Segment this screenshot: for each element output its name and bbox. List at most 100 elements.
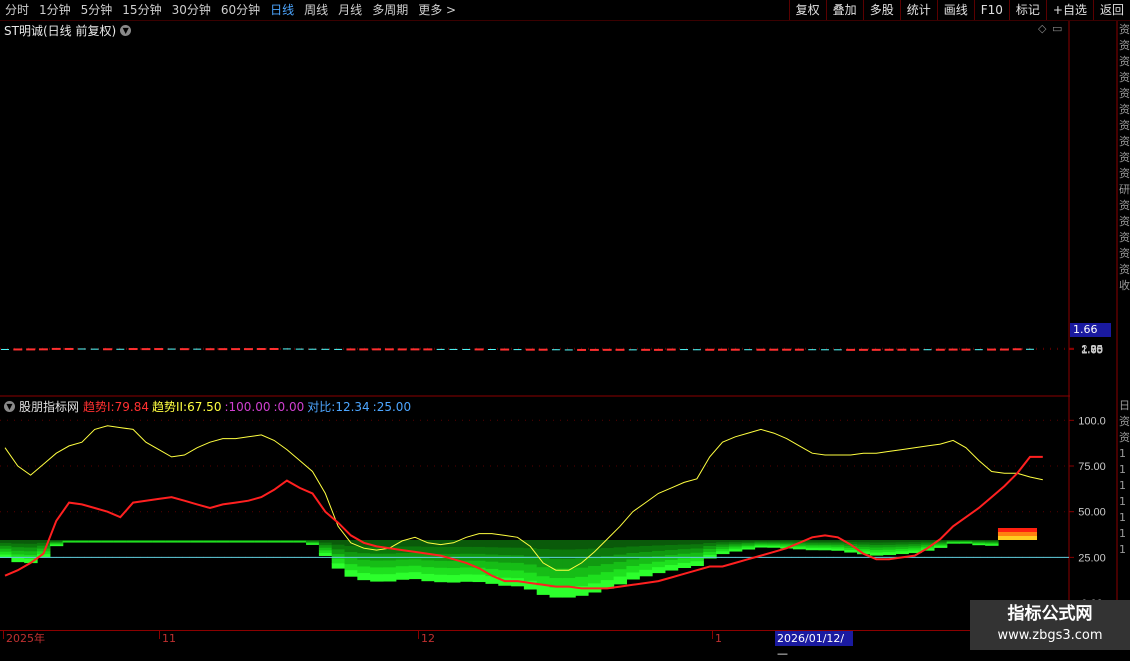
trend-area-step [664, 550, 679, 556]
trend-area-step [613, 561, 628, 570]
trend-area-step [357, 566, 371, 574]
toolbar-button-2[interactable]: 多股 [862, 0, 900, 20]
toolbar-button-4[interactable]: 画线 [936, 0, 974, 20]
trend-area-step [447, 547, 461, 555]
trend-area-step [24, 547, 38, 552]
side-char: 资 [1119, 263, 1130, 276]
trend-area-step [0, 545, 13, 550]
trend-area-step [11, 543, 25, 548]
side-char: 资 [1119, 23, 1130, 36]
toolbar-button-6[interactable]: 标记 [1008, 0, 1046, 20]
toolbar-button-7[interactable]: +自选 [1045, 0, 1093, 20]
signal-bar [997, 532, 1012, 536]
trend-area-step [242, 541, 256, 543]
side-panel-top: 资资资资资资资资资资研资资资资资收资资资资资资资资资资研资资资资资收 [1119, 22, 1130, 394]
watermark-logo: 指标公式网 www.zbgs3.com [970, 600, 1130, 650]
trend-area-step [382, 574, 397, 582]
trend-area-step [882, 552, 897, 556]
toolbar-button-5[interactable]: F10 [973, 0, 1009, 20]
trend-area-step [575, 540, 589, 550]
trend-area-step [408, 552, 423, 560]
candle-body [987, 348, 997, 351]
side-char: 资 [1119, 71, 1130, 84]
trend-area-step [664, 565, 679, 571]
trend-area-step [254, 541, 269, 543]
trend-area-step [62, 541, 77, 543]
toolbar-button-1[interactable]: 叠加 [825, 0, 863, 20]
tab-period-8[interactable]: 月线 [333, 0, 367, 20]
trend-area-step [587, 540, 602, 550]
right-toolbar: 复权 叠加 多股 统计 画线 F10 标记 +自选 返回 [788, 0, 1130, 20]
tab-period-9[interactable]: 多周期 [367, 0, 413, 20]
tab-period-4[interactable]: 30分钟 [167, 0, 216, 20]
trend-area-step [382, 560, 397, 568]
candle-body [103, 348, 112, 351]
tab-period-10[interactable]: 更多 > [413, 0, 461, 20]
chevron-down-icon[interactable]: ▼ [120, 25, 132, 36]
side-char: 资 [1119, 215, 1130, 228]
diamond-icon[interactable]: ◇ [1038, 22, 1046, 35]
trend-area-step [331, 544, 346, 550]
trend-area-step [370, 560, 384, 568]
trend-area-step [664, 545, 679, 551]
trend-area-step [639, 563, 653, 571]
trend-area-step [344, 546, 358, 553]
tab-period-6[interactable]: 日线 [265, 0, 299, 20]
indicator-name[interactable]: 股朋指标网 [19, 398, 79, 415]
candle-body [680, 349, 689, 351]
trend-area-step [498, 540, 512, 549]
candle-body [487, 348, 496, 350]
candle-body [436, 348, 445, 350]
candle-body [205, 348, 215, 351]
toolbar-button-3[interactable]: 统计 [899, 0, 937, 20]
candle-body [128, 348, 138, 351]
tab-period-7[interactable]: 周线 [299, 0, 333, 20]
side-char: 资 [1119, 231, 1130, 244]
tab-period-0[interactable]: 分时 [0, 0, 34, 20]
trend-area-step [613, 569, 628, 578]
trend-area-step [498, 570, 512, 579]
toolbar-button-8[interactable]: 返回 [1092, 0, 1130, 20]
candle-body [410, 348, 420, 351]
tab-period-2[interactable]: 5分钟 [76, 0, 118, 20]
side-char: 1 [1119, 463, 1126, 476]
indicator-menu-icon[interactable]: ▼ [4, 401, 15, 412]
trend-area-step [959, 542, 973, 544]
candle-body [602, 348, 612, 351]
trend-area-step [382, 567, 397, 575]
candle-body [1026, 348, 1034, 350]
tab-period-1[interactable]: 1分钟 [34, 0, 76, 20]
date-label-3: 1 [715, 632, 722, 645]
trend-area-step [126, 541, 141, 543]
side-char: 资 [1119, 55, 1130, 68]
trend-area-step [549, 540, 563, 551]
trend-area-step [421, 573, 435, 582]
tab-period-5[interactable]: 60分钟 [216, 0, 265, 20]
trend-area-step [805, 548, 820, 551]
candle-body [346, 348, 356, 351]
candle-body [38, 348, 48, 351]
candle-body [948, 348, 958, 351]
date-axis: 2026/01/12/— 2025年 11 12 1 [0, 630, 1130, 660]
trend-area-step [754, 545, 768, 548]
trend-area-step [626, 572, 640, 580]
trend-area-step [113, 541, 128, 543]
minimize-icon[interactable]: ▭ [1052, 22, 1062, 35]
side-char: 资 [1119, 39, 1130, 52]
trend-area-step [652, 545, 666, 552]
trend-area-step [613, 540, 628, 548]
trend-area-step [613, 547, 628, 556]
candle-body [116, 348, 125, 350]
candle-body [321, 348, 330, 350]
toolbar-button-0[interactable]: 复权 [788, 0, 826, 20]
trend-area-step [677, 544, 692, 550]
tab-period-3[interactable]: 15分钟 [117, 0, 166, 20]
date-label-2: 12 [421, 632, 435, 645]
candle-body [26, 348, 36, 351]
trend-area-step [613, 554, 628, 563]
trend-area-step [344, 564, 358, 571]
candle-body [359, 348, 369, 351]
trend-area-step [511, 555, 525, 564]
trend-area-step [434, 560, 448, 569]
trend-area-step [459, 540, 474, 548]
